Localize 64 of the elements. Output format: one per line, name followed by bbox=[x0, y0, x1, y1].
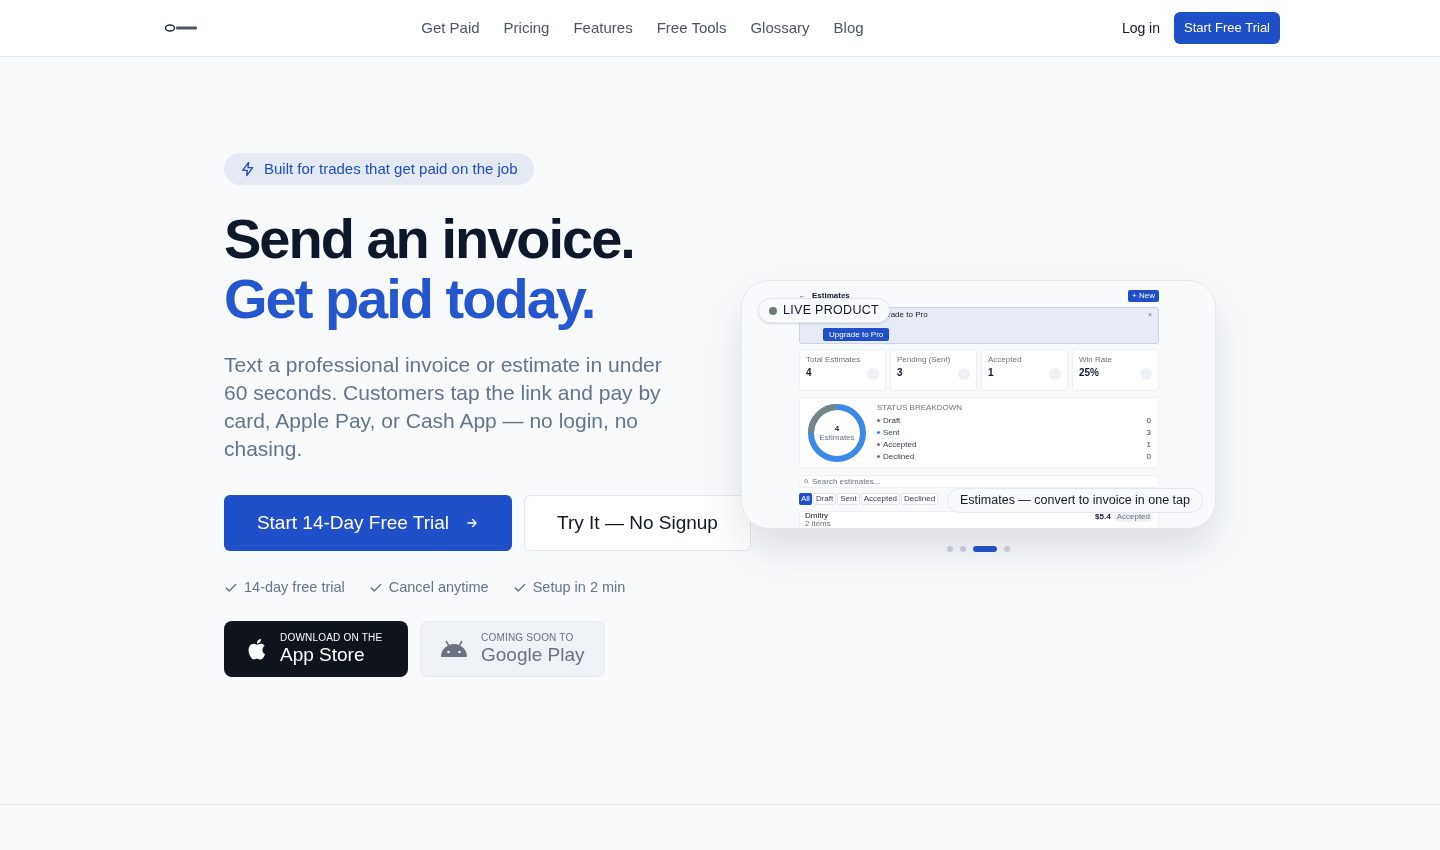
banner-title: rade to Pro bbox=[888, 310, 928, 319]
stat-value: 1 bbox=[988, 367, 994, 379]
stat-label: Total Estimates bbox=[806, 355, 861, 364]
stat-value: 25% bbox=[1079, 367, 1099, 379]
nav-link[interactable]: Features bbox=[573, 16, 633, 40]
apple-icon bbox=[246, 636, 266, 661]
new-button[interactable]: + New bbox=[1128, 290, 1159, 302]
perk-text: 14-day free trial bbox=[244, 578, 345, 597]
badge-text: Built for trades that get paid on the job bbox=[264, 158, 518, 179]
filter-tab[interactable]: Accepted bbox=[860, 493, 901, 505]
search-placeholder: Search estimates... bbox=[812, 477, 881, 486]
status-label: Draft bbox=[883, 416, 901, 425]
status-count: 1 bbox=[1146, 440, 1151, 449]
live-product-label: LIVE PRODUCT bbox=[783, 302, 879, 320]
search-field[interactable]: Search estimates... bbox=[799, 475, 1159, 488]
filter-tab[interactable]: Declined bbox=[901, 493, 939, 505]
stat-value: 4 bbox=[806, 367, 812, 379]
perk-text: Setup in 2 min bbox=[532, 578, 626, 597]
stat-label: Pending (Sent) bbox=[897, 355, 951, 364]
app-store-button[interactable]: DOWNLOAD ON THE App Store bbox=[224, 620, 408, 677]
upgrade-button[interactable]: Upgrade to Pro bbox=[823, 328, 890, 341]
donut-label: Estimates bbox=[819, 432, 855, 442]
preview-caption-tooltip: Estimates — convert to invoice in one tap bbox=[947, 488, 1203, 513]
status-label: Sent bbox=[883, 428, 900, 437]
estimate-amount: $5.4 bbox=[1095, 512, 1111, 523]
store-caption: COMING SOON TO bbox=[481, 631, 574, 644]
start-trial-button[interactable]: Start Free Trial bbox=[1174, 12, 1280, 44]
start-trial-button[interactable]: Start 14-Day Free Trial bbox=[224, 495, 512, 551]
stat-value: 3 bbox=[897, 367, 903, 379]
store-name: App Store bbox=[280, 643, 365, 666]
breakdown-title: STATUS BREAKDOWN bbox=[877, 403, 963, 413]
stat-label: Win Rate bbox=[1079, 355, 1112, 364]
filter-tab[interactable]: Draft bbox=[812, 493, 837, 505]
status-count: 0 bbox=[1146, 452, 1151, 461]
arrow-right-icon bbox=[465, 516, 480, 530]
search-icon bbox=[804, 479, 809, 484]
customer-name: Dmitry bbox=[805, 512, 829, 520]
filter-tab[interactable]: Sent bbox=[837, 493, 860, 505]
status-count: 0 bbox=[1146, 416, 1151, 425]
status-label: Declined bbox=[883, 452, 915, 461]
headline: Send an invoice. bbox=[224, 209, 634, 269]
nav-link[interactable]: Free Tools bbox=[656, 16, 727, 40]
try-it-button[interactable]: Try It — No Signup bbox=[524, 495, 751, 551]
donut-value: 4 bbox=[834, 423, 840, 433]
nav-link[interactable]: Pricing bbox=[503, 16, 550, 40]
nav-link[interactable]: Get Paid bbox=[421, 16, 480, 40]
estimate-row[interactable]: Dmitry 2 items $5.4 Accepted bbox=[799, 511, 1159, 528]
donut-chart-drawing bbox=[807, 402, 867, 463]
store-name: Google Play bbox=[481, 643, 585, 666]
status-count: 3 bbox=[1146, 428, 1151, 437]
nav-link[interactable]: Glossary bbox=[750, 16, 810, 40]
login-link[interactable]: Log in bbox=[1121, 17, 1161, 39]
android-icon bbox=[439, 639, 469, 658]
hero-description: Text a professional invoice or estimate in under 60 seconds. Customers tap the link and pay by card, Apple Pay, or Cash App — no login, no chasing. bbox=[224, 352, 663, 462]
lightning-icon bbox=[240, 161, 256, 177]
headline-highlight: Get paid today. bbox=[224, 269, 596, 329]
screen-title: Estimates bbox=[812, 290, 851, 302]
perk-text: Cancel anytime bbox=[388, 578, 489, 597]
stat-label: Accepted bbox=[988, 355, 1022, 364]
item-count: 2 items bbox=[805, 520, 831, 528]
status-label: Accepted bbox=[883, 440, 917, 449]
store-caption: DOWNLOAD ON THE bbox=[280, 631, 383, 644]
filter-tab[interactable]: All bbox=[799, 493, 812, 505]
nav-link[interactable]: Blog bbox=[833, 16, 864, 40]
